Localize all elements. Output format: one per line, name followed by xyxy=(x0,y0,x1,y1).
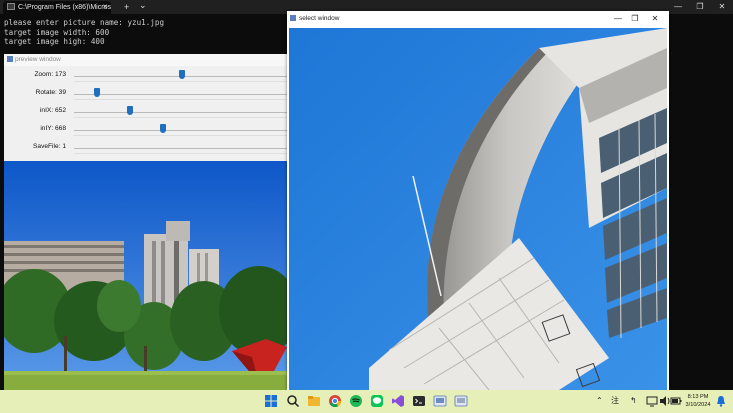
notification-bell-icon[interactable] xyxy=(716,395,726,407)
trackbar-ticks xyxy=(74,153,287,154)
select-window-title: select window xyxy=(299,15,340,22)
trackbar-ticks xyxy=(74,81,287,82)
trackbar-label-savefile: SaveFile: 1 xyxy=(33,143,66,150)
trackbar-track[interactable] xyxy=(74,130,287,131)
trackbar-label-inix: inIX: 652 xyxy=(39,107,66,114)
terminal-icon xyxy=(7,3,15,10)
trackbar-iniy: inIY: 668 xyxy=(4,120,287,138)
network-icon[interactable] xyxy=(646,395,658,407)
trackbar-track[interactable] xyxy=(74,148,287,149)
opencv-window-icon[interactable] xyxy=(454,394,468,408)
trackbar-thumb-inix[interactable] xyxy=(126,106,133,115)
trackbar-inix: inIX: 652 xyxy=(4,102,287,120)
trackbar-label-rotate: Rotate: 39 xyxy=(35,89,66,96)
trackbar-ticks xyxy=(74,135,287,136)
trackbar-label-iniy: inIY: 668 xyxy=(40,125,66,132)
terminal-app-icon[interactable] xyxy=(412,394,426,408)
search-icon[interactable] xyxy=(286,394,300,408)
window-icon xyxy=(290,15,296,21)
preview-image[interactable] xyxy=(4,161,287,390)
chevron-up-icon[interactable]: ⌃ xyxy=(596,395,603,407)
ime-indicator[interactable]: 注 xyxy=(611,395,619,407)
windows-start-icon[interactable] xyxy=(264,394,278,408)
trackbar-rotate: Rotate: 39 xyxy=(4,84,287,102)
terminal-output: please enter picture name: yzu1.jpg targ… xyxy=(4,18,164,47)
trackbar-ticks xyxy=(74,117,287,118)
trackbar-savefile: SaveFile: 1 xyxy=(4,138,287,156)
terminal-line: target image width: 600 xyxy=(4,27,110,37)
preview-window-titlebar[interactable]: preview window xyxy=(4,54,287,66)
trackbar-track[interactable] xyxy=(74,94,287,95)
terminal-tab-title: C:\Program Files (x86)\Micros xyxy=(18,4,111,11)
file-explorer-icon[interactable] xyxy=(307,394,321,408)
clock-date: 3/10/2024 xyxy=(685,402,711,408)
terminal-line: target image high: 400 xyxy=(4,37,105,47)
maximize-button[interactable]: ❐ xyxy=(690,0,710,13)
trackbar-track[interactable] xyxy=(74,112,287,113)
taskbar: ⌃ 注 ↰ 8:13 PM 3/10/2024 xyxy=(0,390,733,413)
terminal-tab[interactable]: C:\Program Files (x86)\Micros ✕ xyxy=(3,1,111,14)
minimize-button[interactable]: — xyxy=(611,11,625,26)
spotify-icon[interactable] xyxy=(349,394,363,408)
trackbar-thumb-rotate[interactable] xyxy=(94,88,101,97)
chrome-icon[interactable] xyxy=(328,394,342,408)
trackbar-thumb-zoom[interactable] xyxy=(179,70,186,79)
clock-time: 8:13 PM xyxy=(687,394,709,400)
preview-window: preview window Zoom: 173 Rotate: 39 inIX… xyxy=(4,54,287,390)
select-image[interactable] xyxy=(289,28,667,390)
tab-dropdown-button[interactable]: ⌄ xyxy=(139,0,147,12)
trackbar-label-zoom: Zoom: 173 xyxy=(34,71,66,78)
window-icon xyxy=(7,56,13,62)
visual-studio-icon[interactable] xyxy=(391,394,405,408)
python-window-icon[interactable] xyxy=(433,394,447,408)
system-clock[interactable]: 8:13 PM 3/10/2024 xyxy=(680,393,716,409)
new-tab-button[interactable]: + xyxy=(124,0,129,14)
tab-close-icon[interactable]: ✕ xyxy=(102,1,108,14)
trackbar-zoom: Zoom: 173 xyxy=(4,66,287,84)
building-closeup-photo xyxy=(289,28,667,390)
trackbar-ticks xyxy=(74,99,287,100)
terminal-line: please enter picture name: yzu1.jpg xyxy=(4,18,165,27)
close-button[interactable]: ✕ xyxy=(648,11,662,26)
select-window-titlebar[interactable]: select window — ❐ ✕ xyxy=(287,11,669,26)
minimize-button[interactable]: — xyxy=(668,0,688,13)
maximize-button[interactable]: ❐ xyxy=(628,11,642,26)
trackbar-thumb-iniy[interactable] xyxy=(159,124,166,133)
line-app-icon[interactable] xyxy=(370,394,384,408)
select-window: select window — ❐ ✕ xyxy=(287,11,669,390)
campus-photo xyxy=(4,161,287,390)
language-icon[interactable]: ↰ xyxy=(630,395,637,407)
preview-window-title: preview window xyxy=(15,56,61,63)
close-button[interactable]: ✕ xyxy=(712,0,732,13)
